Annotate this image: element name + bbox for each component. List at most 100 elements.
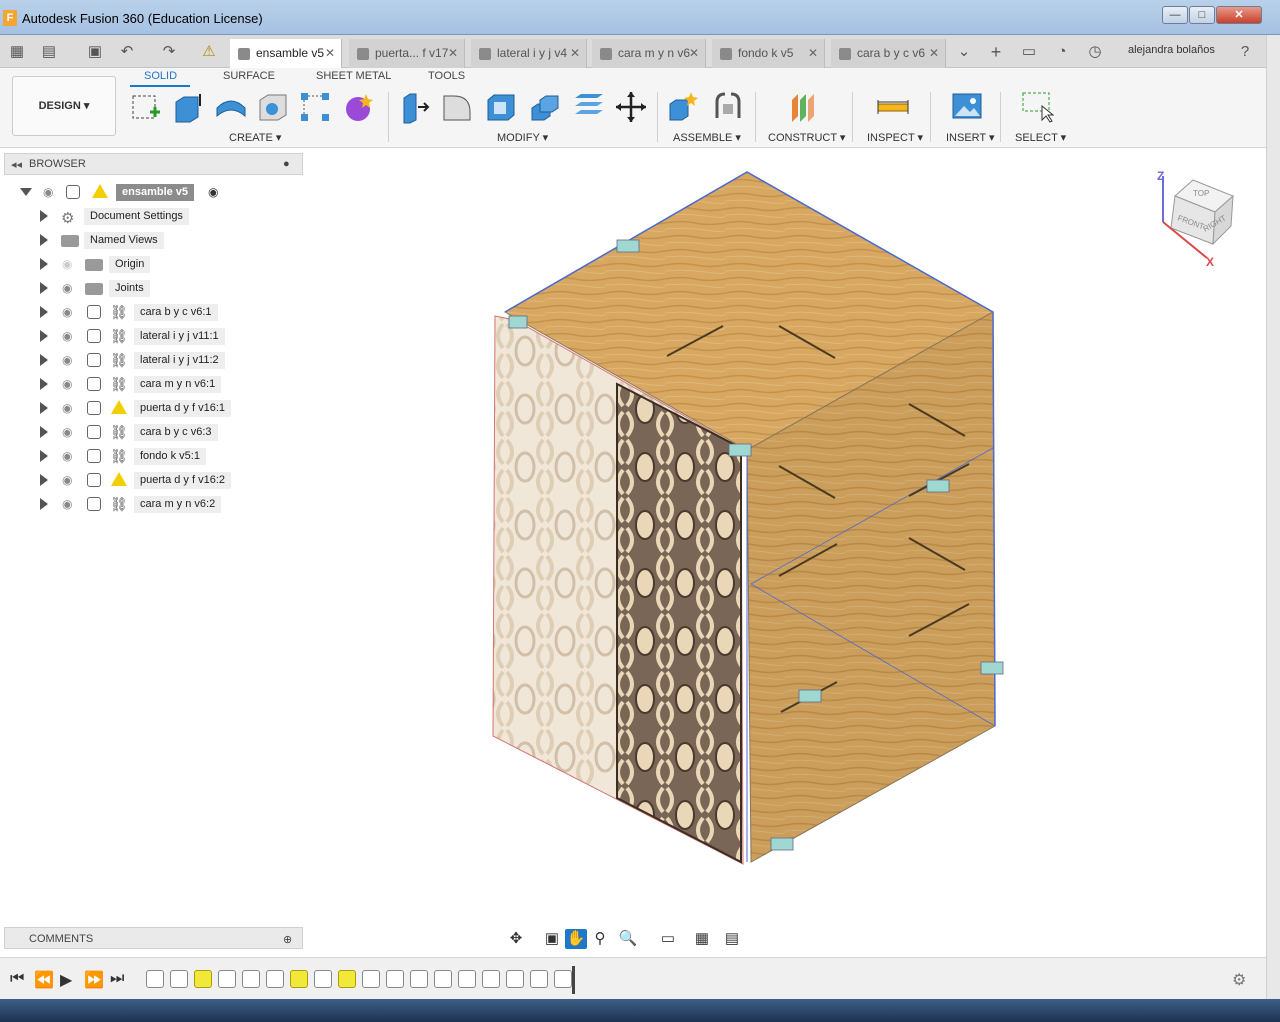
modify-menu[interactable]: MODIFY ▾ xyxy=(497,131,548,144)
minimize-button[interactable]: — xyxy=(1162,6,1188,24)
expand-toggle-icon[interactable] xyxy=(40,498,48,510)
extrude-icon[interactable] xyxy=(172,90,206,124)
timeline-feature[interactable] xyxy=(410,970,428,988)
close-tab-icon[interactable]: ✕ xyxy=(808,39,818,68)
job-status-icon[interactable]: ◔ xyxy=(1053,43,1071,61)
expand-toggle-icon[interactable] xyxy=(40,330,48,342)
combine-icon[interactable] xyxy=(528,90,562,124)
door-panel-lattice[interactable] xyxy=(616,382,742,864)
new-component-icon[interactable] xyxy=(667,90,701,124)
browser-item[interactable]: ◉ Joints xyxy=(0,276,300,300)
browser-item[interactable]: ◉ puerta d y f v16:2 xyxy=(0,468,300,492)
expand-toggle-icon[interactable] xyxy=(40,402,48,414)
timeline-feature[interactable] xyxy=(242,970,260,988)
model-render[interactable]: TOP FRONT RIGHT Z X xyxy=(305,148,1266,954)
visibility-eye-icon[interactable]: ◉ xyxy=(62,377,72,391)
visibility-eye-icon[interactable]: ◉ xyxy=(62,497,72,511)
select-menu[interactable]: SELECT ▾ xyxy=(1015,131,1066,144)
history-icon[interactable]: ◷ xyxy=(1086,43,1104,61)
window-select-icon[interactable] xyxy=(1020,90,1054,124)
chevron-down-icon[interactable]: ⌄ xyxy=(955,43,973,61)
new-tab-icon[interactable]: + xyxy=(987,43,1005,61)
timeline-marker[interactable] xyxy=(572,966,575,994)
tab-solid[interactable]: SOLID xyxy=(144,70,177,82)
tab-ensamble-v5[interactable]: ensamble v5 ✕ xyxy=(230,39,342,68)
offset-plane-icon[interactable] xyxy=(786,90,820,124)
display-settings-icon[interactable]: ▭ xyxy=(657,929,679,949)
joint-icon[interactable] xyxy=(711,90,745,124)
revolve-icon[interactable] xyxy=(214,90,248,124)
rectangular-pattern-icon[interactable] xyxy=(298,90,332,124)
timeline-feature[interactable] xyxy=(266,970,284,988)
timeline-feature[interactable] xyxy=(386,970,404,988)
tab-fondo[interactable]: fondo k v5 ✕ xyxy=(712,39,825,68)
create-menu[interactable]: CREATE ▾ xyxy=(229,131,281,144)
browser-root-row[interactable]: ◉ ensamble v5 ◉ xyxy=(0,180,300,204)
close-tab-icon[interactable]: ✕ xyxy=(689,39,699,68)
expand-toggle-icon[interactable] xyxy=(40,426,48,438)
step-forward-icon[interactable]: ⏩ xyxy=(84,970,104,990)
undo-icon[interactable]: ↶ xyxy=(118,43,136,61)
timeline-feature[interactable] xyxy=(434,970,452,988)
close-tab-icon[interactable]: ✕ xyxy=(929,39,939,68)
add-comment-icon[interactable]: ⊕ xyxy=(283,933,292,946)
save-icon[interactable]: ▣ xyxy=(86,43,104,61)
close-button[interactable]: ✕ xyxy=(1216,6,1262,24)
browser-item[interactable]: ◉ ⛓ cara m y n v6:2 xyxy=(0,492,300,516)
orbit-icon[interactable]: ✥ xyxy=(505,929,527,949)
timeline-joint[interactable] xyxy=(290,970,308,988)
visibility-eye-icon[interactable]: ◉ xyxy=(62,401,72,415)
fillet-icon[interactable] xyxy=(440,90,474,124)
browser-item[interactable]: ◉ ⛓ cara b y c v6:3 xyxy=(0,420,300,444)
root-component-label[interactable]: ensamble v5 xyxy=(116,184,195,201)
expand-toggle-icon[interactable] xyxy=(40,258,48,270)
visibility-eye-icon[interactable]: ◉ xyxy=(62,329,72,343)
timeline-feature[interactable] xyxy=(554,970,572,988)
create-form-icon[interactable] xyxy=(342,90,376,124)
notifications-icon[interactable]: ▭ xyxy=(1020,43,1038,61)
browser-item[interactable]: ⚙ Document Settings xyxy=(0,204,300,228)
timeline-feature[interactable] xyxy=(362,970,380,988)
expand-toggle-icon[interactable] xyxy=(40,306,48,318)
timeline-feature[interactable] xyxy=(218,970,236,988)
timeline-feature[interactable] xyxy=(170,970,188,988)
pan-icon[interactable]: ✋ xyxy=(565,929,587,949)
comments-panel-header[interactable]: COMMENTS ⊕ xyxy=(4,927,303,949)
insert-image-icon[interactable] xyxy=(950,90,984,124)
user-name[interactable]: alejandra bolaños xyxy=(1128,44,1215,56)
visibility-eye-icon[interactable]: ◉ xyxy=(62,425,72,439)
go-to-start-icon[interactable]: ⏮ xyxy=(10,970,24,988)
insert-menu[interactable]: INSERT ▾ xyxy=(946,131,995,144)
tab-tools[interactable]: TOOLS xyxy=(428,70,465,82)
activate-radio-icon[interactable]: ◉ xyxy=(208,185,218,199)
visibility-eye-icon[interactable]: ◉ xyxy=(43,185,53,199)
tab-cara-b-y-c[interactable]: cara b y c v6 ✕ xyxy=(831,39,946,68)
timeline-feature[interactable] xyxy=(530,970,548,988)
timeline-feature[interactable] xyxy=(482,970,500,988)
timeline-feature[interactable] xyxy=(506,970,524,988)
expand-toggle-icon[interactable] xyxy=(40,282,48,294)
expand-toggle-icon[interactable] xyxy=(20,188,32,196)
3d-viewport[interactable]: TOP FRONT RIGHT Z X xyxy=(305,148,1266,954)
browser-item[interactable]: ◉ ⛓ lateral i y j v11:2 xyxy=(0,348,300,372)
browser-item[interactable]: ◉ ⛓ lateral i y j v11:1 xyxy=(0,324,300,348)
timeline-joint[interactable] xyxy=(194,970,212,988)
inspect-menu[interactable]: INSPECT ▾ xyxy=(867,131,923,144)
create-sketch-icon[interactable] xyxy=(130,90,164,124)
tab-lateral[interactable]: lateral i y j v4 ✕ xyxy=(471,39,587,68)
expand-toggle-icon[interactable] xyxy=(40,474,48,486)
expand-toggle-icon[interactable] xyxy=(40,450,48,462)
visibility-eye-icon[interactable]: ◉ xyxy=(62,449,72,463)
workspace-switcher[interactable]: DESIGN ▾ xyxy=(12,76,116,136)
visibility-eye-icon[interactable]: ◉ xyxy=(62,281,72,295)
file-menu-icon[interactable]: ▤ xyxy=(40,43,58,61)
browser-item[interactable]: ◉ ⛓ fondo k v5:1 xyxy=(0,444,300,468)
expand-toggle-icon[interactable] xyxy=(40,354,48,366)
close-tab-icon[interactable]: ✕ xyxy=(448,39,458,68)
fit-icon[interactable]: 🔍 xyxy=(617,929,639,949)
grid-settings-icon[interactable]: ▦ xyxy=(691,929,713,949)
expand-toggle-icon[interactable] xyxy=(40,210,48,222)
step-back-icon[interactable]: ⏪ xyxy=(34,970,54,990)
tab-puerta[interactable]: puerta... f v17 ✕ xyxy=(349,39,465,68)
browser-item[interactable]: ◉ ⛓ cara m y n v6:1 xyxy=(0,372,300,396)
